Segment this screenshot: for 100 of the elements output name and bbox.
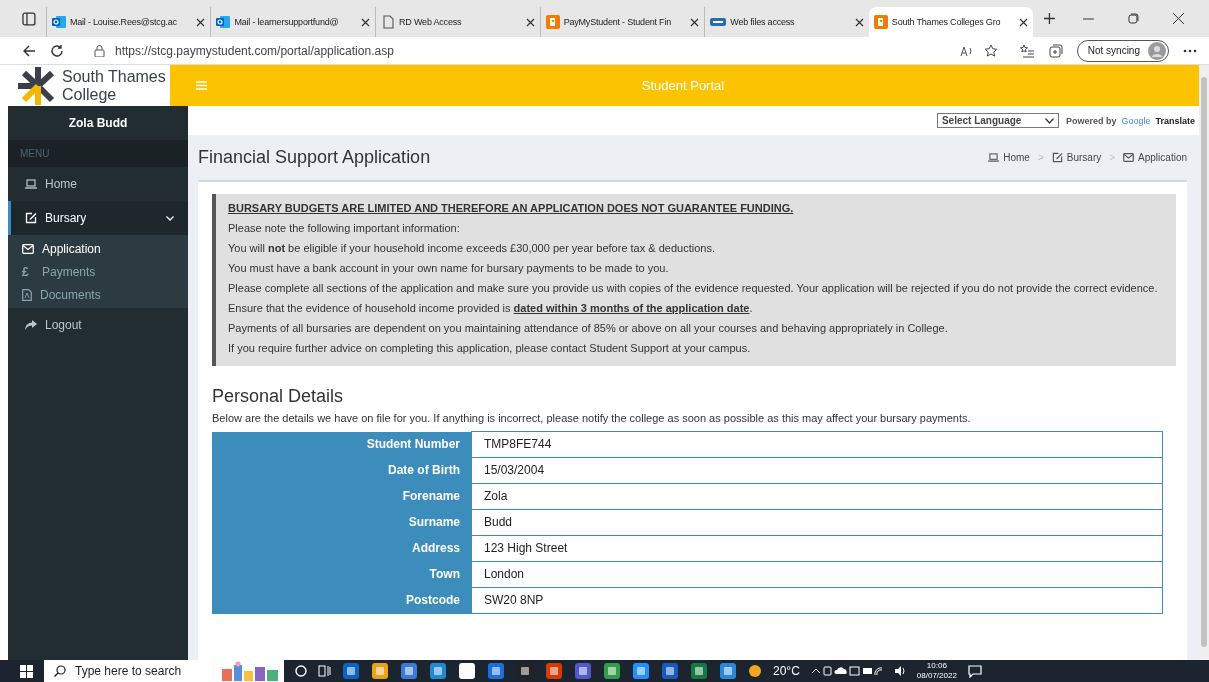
app-icon[interactable] bbox=[719, 662, 737, 680]
page-icon bbox=[381, 15, 396, 29]
read-aloud-icon[interactable] bbox=[959, 44, 974, 57]
app-icon[interactable] bbox=[690, 662, 708, 680]
start-icon[interactable] bbox=[20, 664, 33, 678]
field-value: Zola bbox=[471, 483, 1163, 509]
field-label: Address bbox=[212, 535, 472, 561]
favorite-star-icon[interactable] bbox=[983, 43, 998, 58]
scrollbar[interactable] bbox=[1199, 65, 1209, 660]
field-label: Date of Birth bbox=[212, 457, 472, 483]
nav-item[interactable]: Logout bbox=[8, 308, 188, 342]
app-icon[interactable] bbox=[429, 662, 447, 680]
search-icon bbox=[54, 665, 66, 677]
address-field[interactable]: https://stcg.paymystudent.com/portal/application.asp bbox=[78, 43, 1006, 58]
breadcrumb-link[interactable]: Home bbox=[1003, 152, 1030, 163]
more-icon[interactable] bbox=[1183, 48, 1197, 53]
envelope-icon bbox=[1123, 153, 1135, 162]
chevron-icon bbox=[166, 215, 174, 221]
favorites-icon[interactable] bbox=[1019, 43, 1035, 58]
language-select[interactable]: Select Language bbox=[936, 113, 1059, 128]
user-name: Zola Budd bbox=[67, 115, 129, 132]
portal-title: Student Portal bbox=[640, 78, 726, 93]
field-label: Town bbox=[212, 561, 472, 587]
cortana-icon[interactable] bbox=[295, 665, 307, 677]
close-icon[interactable] bbox=[854, 17, 864, 27]
pound-glyph: £ bbox=[22, 264, 30, 279]
back-icon[interactable] bbox=[22, 43, 36, 58]
logo-text: South Thames bbox=[62, 67, 166, 86]
field-label: Forename bbox=[212, 483, 472, 509]
translate-link[interactable]: Translate bbox=[1155, 115, 1195, 126]
edit-icon bbox=[1051, 152, 1063, 163]
tab-actions-icon[interactable] bbox=[22, 11, 36, 26]
notice-text: Ensure that the evidence of household income provided is dated within 3 months of the application date. bbox=[228, 302, 754, 315]
clock-time[interactable]: 10:06 bbox=[926, 661, 947, 671]
system-tray-icons[interactable] bbox=[810, 665, 883, 677]
close-icon[interactable] bbox=[1019, 17, 1029, 27]
tab-title: Mail - Louise.Rees@stcg.ac bbox=[69, 17, 178, 27]
close-icon[interactable] bbox=[690, 17, 700, 27]
submenu-item[interactable]: £ Payments bbox=[8, 260, 188, 283]
close-icon[interactable] bbox=[196, 17, 206, 27]
app-icon[interactable] bbox=[458, 662, 476, 680]
clock-date[interactable]: 08/07/2022 bbox=[916, 671, 957, 681]
drive-icon bbox=[710, 17, 727, 27]
tab-title: PayMyStudent - Student Fin bbox=[563, 17, 672, 27]
close-icon[interactable] bbox=[1173, 13, 1184, 24]
nav-item[interactable]: Bursary bbox=[8, 201, 188, 235]
app-icon[interactable] bbox=[371, 662, 389, 680]
weather-text: 20°C bbox=[773, 664, 800, 678]
laptop-icon bbox=[988, 153, 1000, 162]
notice-text: BURSARY BUDGETS ARE LIMITED AND THEREFORE AN APPLICATION DOES NOT GUARANTEE FUNDING. bbox=[228, 202, 795, 215]
laptop-icon bbox=[25, 179, 37, 189]
restore-icon[interactable] bbox=[1128, 13, 1140, 24]
field-label: Postcode bbox=[212, 587, 472, 613]
share-arrow-icon bbox=[25, 320, 37, 330]
refresh-icon[interactable] bbox=[50, 43, 64, 58]
app-icon[interactable] bbox=[574, 662, 592, 680]
task-view-icon[interactable] bbox=[318, 665, 331, 677]
portal-app-icon bbox=[545, 15, 560, 29]
app-icon[interactable] bbox=[342, 662, 360, 680]
avatar-icon bbox=[1148, 41, 1166, 60]
page-title: Financial Support Application bbox=[198, 147, 431, 168]
breadcrumb-link[interactable]: Bursary bbox=[1066, 152, 1102, 163]
speaker-icon[interactable] bbox=[893, 665, 906, 677]
college-logo[interactable]: South Thames College bbox=[8, 65, 170, 106]
field-value: TMP8FE744 bbox=[471, 431, 1163, 457]
close-icon[interactable] bbox=[525, 17, 535, 27]
submenu-item[interactable]: Documents bbox=[8, 283, 188, 306]
notice-text: Payments of all bursaries are dependent on you maintaining attendance of 85% or above on all your courses and behaving appropriately in College. bbox=[228, 322, 949, 335]
breadcrumb-link[interactable]: Application bbox=[1138, 152, 1187, 163]
app-icon[interactable] bbox=[487, 662, 505, 680]
field-label: Student Number bbox=[212, 431, 472, 457]
field-value: Budd bbox=[471, 509, 1163, 535]
tab-title: RD Web Access bbox=[399, 17, 463, 27]
nav-item[interactable]: Home bbox=[8, 167, 188, 201]
notifications-icon[interactable] bbox=[967, 664, 982, 678]
dropdown-caret-icon bbox=[1044, 117, 1054, 124]
notice-text: If you require further advice on completing this application, please contact Student Support at your campus. bbox=[228, 342, 752, 355]
collections-icon[interactable] bbox=[1048, 43, 1063, 58]
powered-by-text: Powered by bbox=[1065, 115, 1117, 126]
menu-label: MENU bbox=[8, 140, 188, 167]
section-title: Personal Details bbox=[212, 386, 345, 407]
town-drawing bbox=[220, 661, 280, 681]
app-icon[interactable] bbox=[661, 662, 679, 680]
app-icon[interactable] bbox=[400, 662, 418, 680]
new-tab-icon[interactable] bbox=[1043, 12, 1057, 25]
notice-text: You must have a bank account in your own name for bursary payments to be made to you. bbox=[228, 262, 670, 275]
document-icon bbox=[22, 288, 32, 301]
taskbar-search-field[interactable]: Type here to search bbox=[44, 660, 284, 682]
portal-app-icon bbox=[873, 15, 888, 29]
notice-text: Please complete all sections of the application and make sure you provide us with copies of the evidence requested. Your application will be rejected if you do not provide the correct evidence. bbox=[228, 282, 1159, 295]
logo-text: College bbox=[62, 85, 118, 104]
app-icon[interactable] bbox=[516, 662, 534, 680]
submenu-item[interactable]: Application bbox=[8, 237, 188, 260]
browser-tab[interactable]: South Thames Colleges Gro bbox=[868, 7, 1034, 37]
close-icon[interactable] bbox=[361, 17, 371, 27]
app-icon[interactable] bbox=[632, 662, 650, 680]
app-icon[interactable] bbox=[545, 662, 563, 680]
field-value: 15/03/2004 bbox=[471, 457, 1163, 483]
envelope-icon bbox=[22, 243, 34, 254]
app-icon[interactable] bbox=[603, 662, 621, 680]
